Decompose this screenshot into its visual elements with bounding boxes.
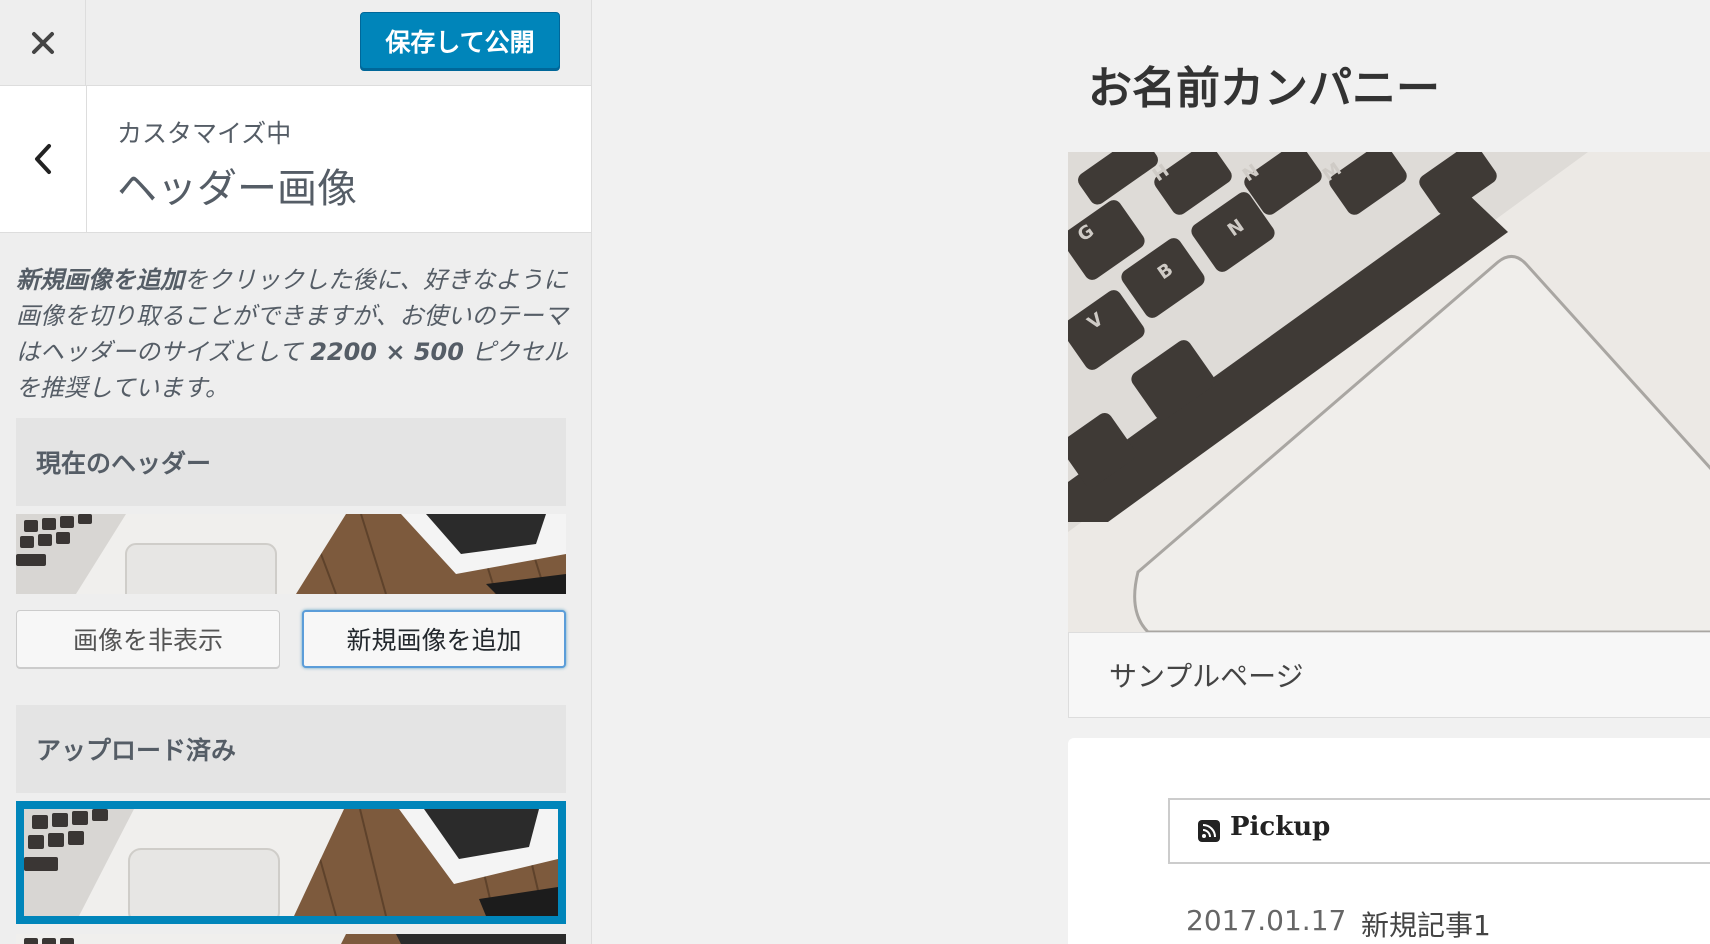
header-image: H N M G N B V (1068, 152, 1710, 632)
current-header-thumbnail (16, 514, 566, 594)
pickup-label: Pickup (1230, 812, 1331, 842)
uploaded-header-thumbnail-selected[interactable] (16, 801, 566, 924)
save-and-publish-button[interactable]: 保存して公開 (360, 12, 560, 69)
customizer-header: 保存して公開 (0, 0, 591, 86)
pickup-heading: Pickup (1168, 798, 1710, 864)
customizing-label: カスタマイズ中 (117, 119, 292, 148)
navigation-bar: サンプルページ (1068, 632, 1710, 718)
site-title[interactable]: お名前カンパニー (1088, 52, 1440, 116)
back-button[interactable] (0, 86, 87, 232)
description-emphasis: 新規画像を追加 (16, 266, 184, 294)
close-button[interactable] (0, 0, 86, 86)
current-header-heading: 現在のヘッダー (16, 418, 566, 506)
description-size: 2200 × 500 (310, 338, 464, 366)
post-title-link[interactable]: 新規記事1 (1361, 904, 1491, 944)
content-area: Pickup 2017.01.17 新規記事1 (1068, 738, 1710, 944)
post-date: 2017.01.17 (1186, 904, 1347, 937)
customizer-sidebar: 保存して公開 カスタマイズ中 ヘッダー画像 新規画像を追加をクリックした後に、好… (0, 0, 592, 944)
site-preview: お名前カンパニー H N M G N B V サンプルページ Pickup 20… (593, 0, 1710, 944)
hide-image-button[interactable]: 画像を非表示 (16, 610, 280, 668)
add-new-image-button[interactable]: 新規画像を追加 (302, 610, 566, 668)
section-title: ヘッダー画像 (117, 166, 357, 212)
chevron-left-icon (35, 144, 51, 174)
nav-item-sample-page[interactable]: サンプルページ (1109, 655, 1304, 695)
close-icon (31, 32, 54, 54)
uploaded-header-thumbnail[interactable] (16, 934, 566, 944)
rss-icon (1198, 820, 1220, 842)
header-image-description: 新規画像を追加をクリックした後に、好きなように画像を切り取ることができますが、お… (16, 262, 576, 406)
section-header: カスタマイズ中 ヘッダー画像 (0, 86, 591, 233)
uploaded-heading: アップロード済み (16, 705, 566, 793)
